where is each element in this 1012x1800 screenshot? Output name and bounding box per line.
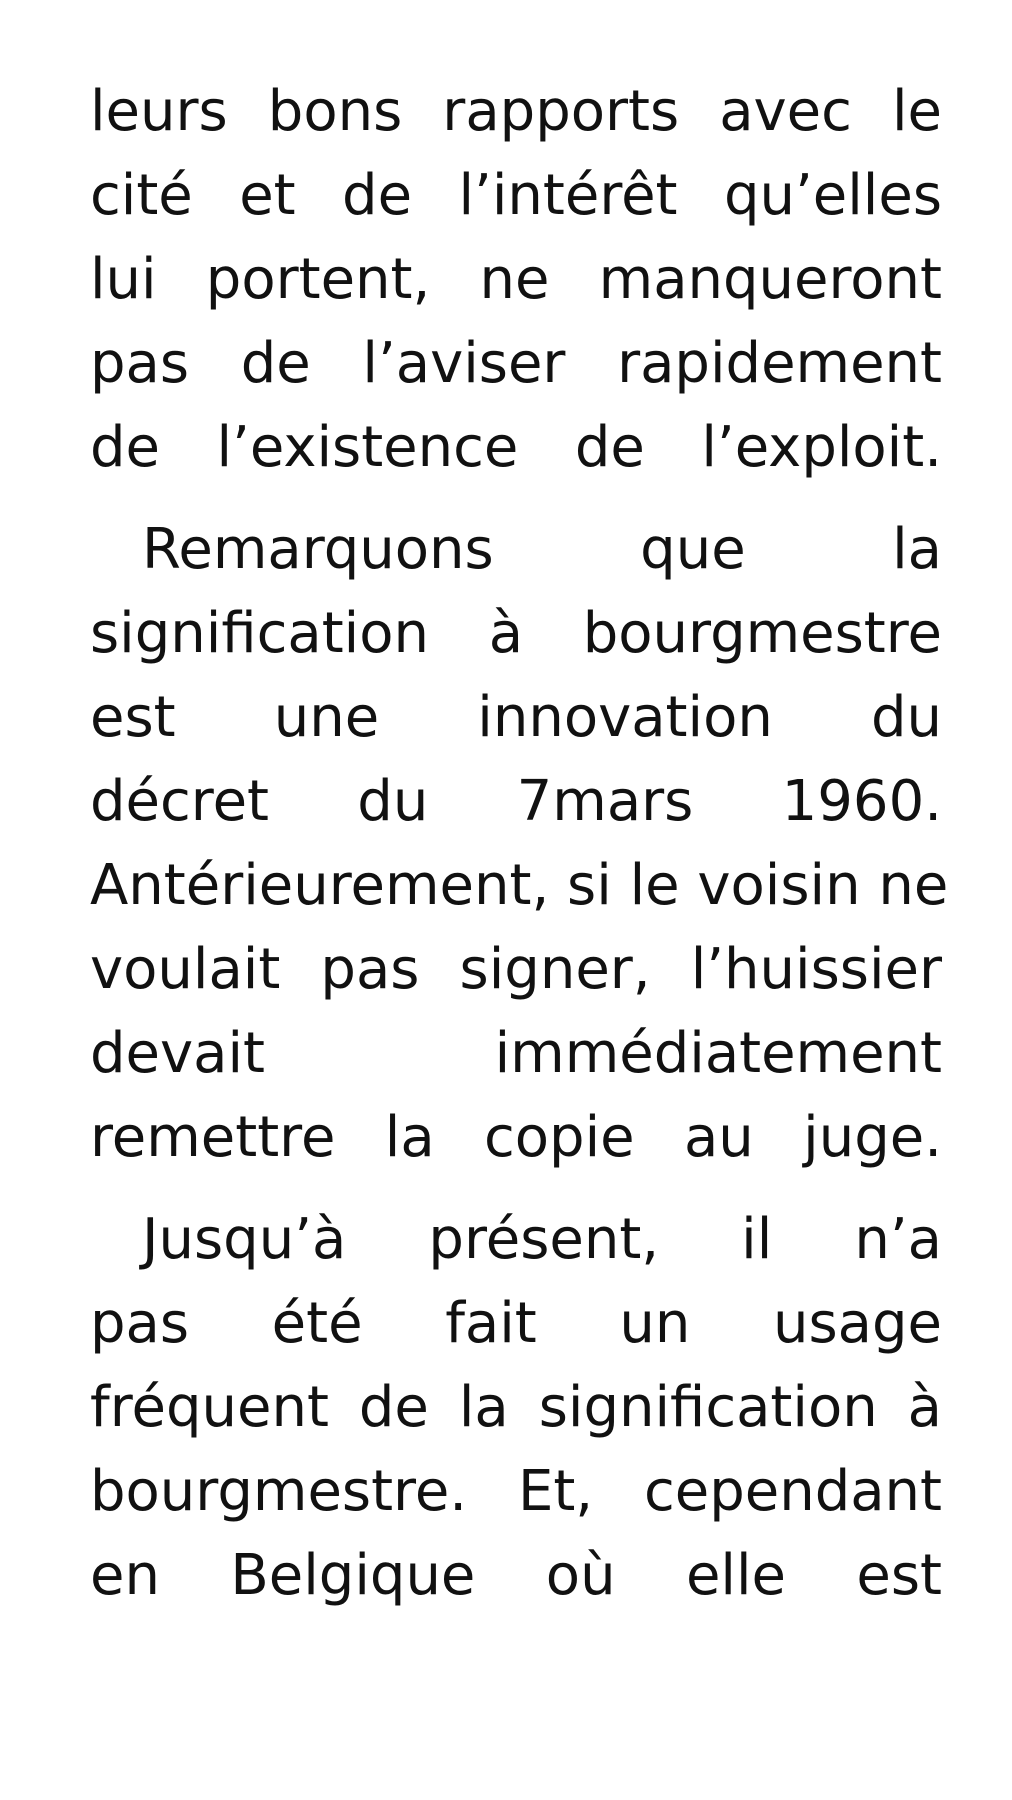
paragraph-2: Remarquons que la signification à bourgm… [90,508,949,1180]
text-line: Jusqu’à présent, il n’a [142,1207,942,1272]
text-line: pas de l’aviser rapidement [90,331,942,396]
text-line: est une innovation du [90,685,942,750]
text-line: bourgmestre. Et, cependant [90,1459,942,1524]
text-line: fréquent de la signification à [90,1375,942,1440]
text-line: devait immédiatement [90,1021,942,1086]
text-line: cité et de l’intérêt qu’elles [90,163,942,228]
document-page: leurs bons rapports avec le cité et de l… [90,70,949,1618]
paragraph-3: Jusqu’à présent, il n’a pas été fait un … [90,1198,942,1618]
text-line: remettre la copie au juge. [90,1105,942,1170]
paragraph-1: leurs bons rapports avec le cité et de l… [90,70,942,490]
text-line: Antérieurement, si le voisin ne [90,853,949,918]
text-line: en Belgique où elle est [90,1543,942,1608]
text-line: lui portent, ne manqueront [90,247,942,312]
text-line: voulait pas signer, l’huissier [90,937,942,1002]
text-line: leurs bons rapports avec le [90,79,942,144]
text-line: Remarquons que la [142,517,942,582]
text-line: signification à bourgmestre [90,601,942,666]
text-line: de l’existence de l’exploit. [90,415,942,480]
text-line: décret du 7mars 1960. [90,769,942,834]
text-line: pas été fait un usage [90,1291,942,1356]
